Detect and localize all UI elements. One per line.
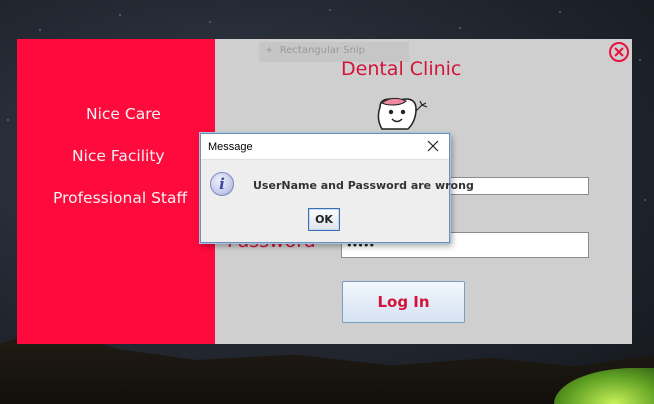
dialog-close-icon[interactable] [426,139,440,153]
feature-nice-facility: Nice Facility [72,147,165,165]
app-title: Dental Clinic [341,58,462,80]
feature-nice-care: Nice Care [86,105,161,123]
dialog-title: Message [208,141,253,153]
tooth-mascot-icon [377,97,428,130]
snip-plus-icon: + [265,45,274,56]
snip-label: Rectangular Snip [279,45,365,56]
dialog-titlebar[interactable]: Message [201,134,449,160]
close-icon[interactable] [609,42,629,62]
ok-button[interactable]: OK [308,208,340,231]
message-dialog: Message i UserName and Password are wron… [200,133,474,243]
left-feature-panel: Nice Care Nice Facility Professional Sta… [17,39,215,344]
login-button[interactable]: Log In [342,281,465,323]
feature-professional-staff: Professional Staff [53,189,188,207]
dialog-message: UserName and Password are wrong [253,179,474,192]
info-icon: i [210,172,234,196]
